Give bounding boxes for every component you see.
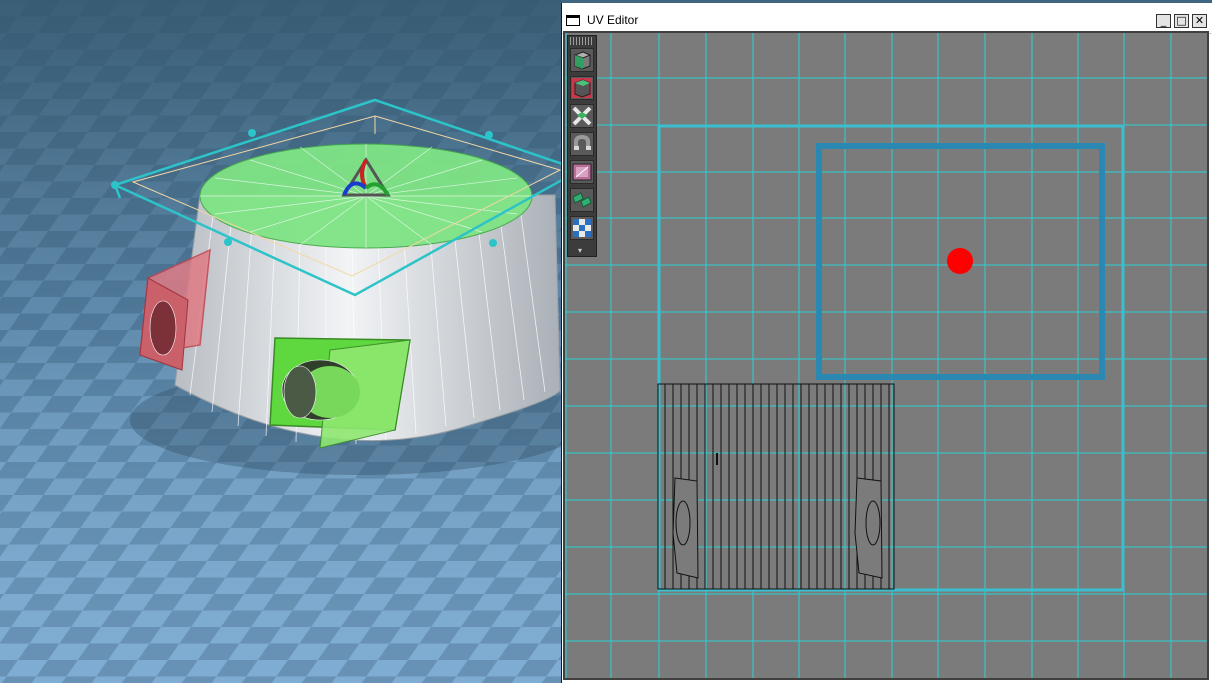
toolbox-grip[interactable]	[570, 37, 594, 45]
magnet-tool-icon[interactable]	[570, 132, 594, 156]
minimize-button[interactable]: _	[1156, 14, 1171, 28]
uv-grid-lines	[565, 33, 1207, 678]
uv-toolbox[interactable]: ▾	[567, 35, 597, 257]
uv-island-port-left[interactable]	[672, 477, 699, 579]
uv-canvas[interactable]: ▾	[563, 31, 1209, 680]
toolbox-collapse-icon[interactable]: ▾	[578, 246, 582, 255]
uv-grid-canvas	[565, 33, 1207, 678]
uv-island-port-right[interactable]	[854, 477, 883, 579]
close-button[interactable]: ✕	[1192, 14, 1207, 28]
3d-viewport[interactable]	[0, 0, 562, 683]
texture-image-tool-icon[interactable]	[570, 160, 594, 184]
uv-editor-titlebar[interactable]: UV Editor _ □ ✕	[562, 7, 1212, 34]
uv-pivot-marker[interactable]	[947, 248, 973, 274]
checker-map-tool-icon[interactable]	[570, 216, 594, 240]
maximize-button[interactable]: □	[1174, 14, 1189, 28]
viewport-scene	[0, 0, 562, 683]
face-select-tool-icon[interactable]	[570, 76, 594, 100]
uv-editor-window[interactable]: UV Editor _ □ ✕ ▾	[561, 3, 1212, 683]
cube-select-tool-icon[interactable]	[570, 48, 594, 72]
window-title: UV Editor	[587, 13, 639, 27]
window-icon	[566, 15, 580, 26]
uv-layout-tool-icon[interactable]	[570, 188, 594, 212]
vertex-weld-tool-icon[interactable]	[570, 104, 594, 128]
